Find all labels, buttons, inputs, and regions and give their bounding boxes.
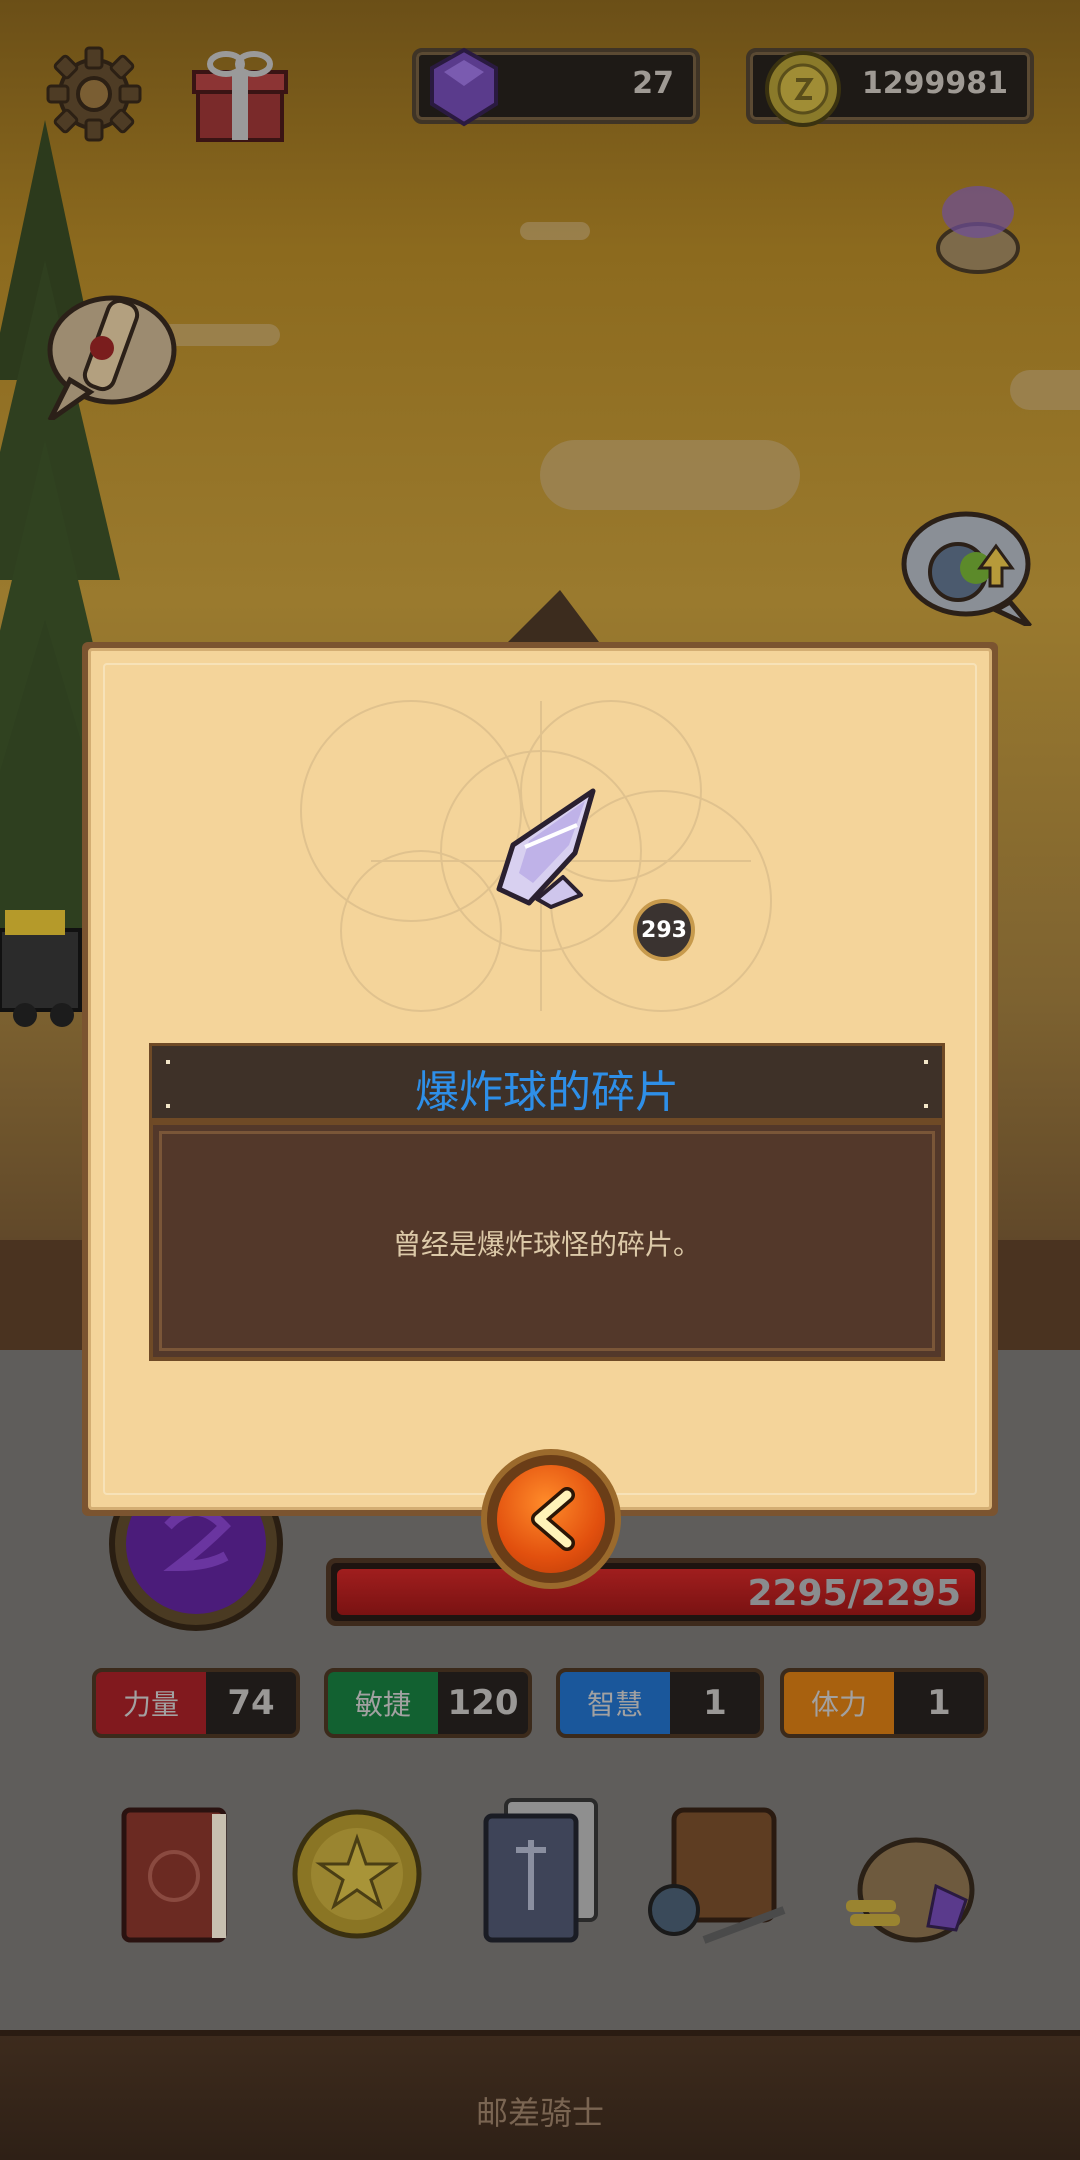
hp-bar: 2295/2295	[326, 1558, 986, 1626]
stat-value: 1	[927, 1683, 951, 1723]
stat-value: 120	[447, 1683, 519, 1723]
crystal-shard-icon	[496, 788, 596, 909]
chevron-left-icon	[531, 1487, 575, 1551]
stat-stamina: 体力 1	[780, 1668, 988, 1738]
potion-bubble-icon[interactable]	[900, 506, 1040, 629]
card-deck-icon[interactable]	[466, 1790, 616, 1950]
item-detail-modal: 293 爆炸球的碎片 曾经是爆炸球怪的碎片。	[82, 642, 998, 1589]
item-count-badge: 293	[633, 899, 695, 961]
gold-coin-icon	[765, 51, 841, 127]
stat-value: 74	[227, 1683, 275, 1723]
journal-book-icon[interactable]	[104, 1790, 254, 1950]
back-button[interactable]	[481, 1449, 621, 1589]
cloud	[540, 440, 800, 510]
coin-counter: 1299981	[746, 48, 1034, 127]
back-button-core	[497, 1465, 605, 1573]
settings-gear-icon[interactable]	[46, 46, 142, 142]
item-title-bar: 爆炸球的碎片	[149, 1043, 945, 1121]
gift-box-icon[interactable]	[192, 48, 288, 144]
star-coin-icon[interactable]	[282, 1790, 432, 1950]
stat-strength: 力量 74	[92, 1668, 300, 1738]
gem-counter: 27	[412, 47, 700, 127]
stat-name: 敏捷	[328, 1672, 438, 1734]
bottom-bar: 邮差骑士	[0, 2030, 1080, 2160]
inventory-bag-icon[interactable]	[644, 1790, 794, 1950]
stat-wisdom: 智慧 1	[556, 1668, 764, 1738]
item-title: 爆炸球的碎片	[415, 1067, 679, 1118]
purple-gem-icon	[430, 47, 498, 127]
hp-text: 2295/2295	[747, 1573, 961, 1614]
gem-count: 27	[632, 66, 674, 101]
mine-cart-icon	[0, 910, 82, 1027]
coin-count: 1299981	[861, 66, 1008, 101]
stat-name: 力量	[96, 1672, 206, 1734]
cloud	[1010, 370, 1080, 410]
gem-pouch-icon[interactable]	[930, 176, 1026, 276]
stat-name: 体力	[784, 1672, 894, 1734]
treasure-sack-icon[interactable]	[836, 1790, 986, 1950]
stat-name: 智慧	[560, 1672, 670, 1734]
item-description-box: 曾经是爆炸球怪的碎片。	[149, 1121, 945, 1361]
modal-parchment: 293 爆炸球的碎片 曾经是爆炸球怪的碎片。	[88, 648, 992, 1589]
stat-agility: 敏捷 120	[324, 1668, 532, 1738]
quest-scroll-bubble-icon[interactable]	[40, 280, 180, 423]
item-description: 曾经是爆炸球怪的碎片。	[392, 1228, 701, 1261]
cloud	[520, 222, 590, 240]
stat-value: 1	[703, 1683, 727, 1723]
bottom-bar-label: 邮差骑士	[475, 2094, 604, 2132]
